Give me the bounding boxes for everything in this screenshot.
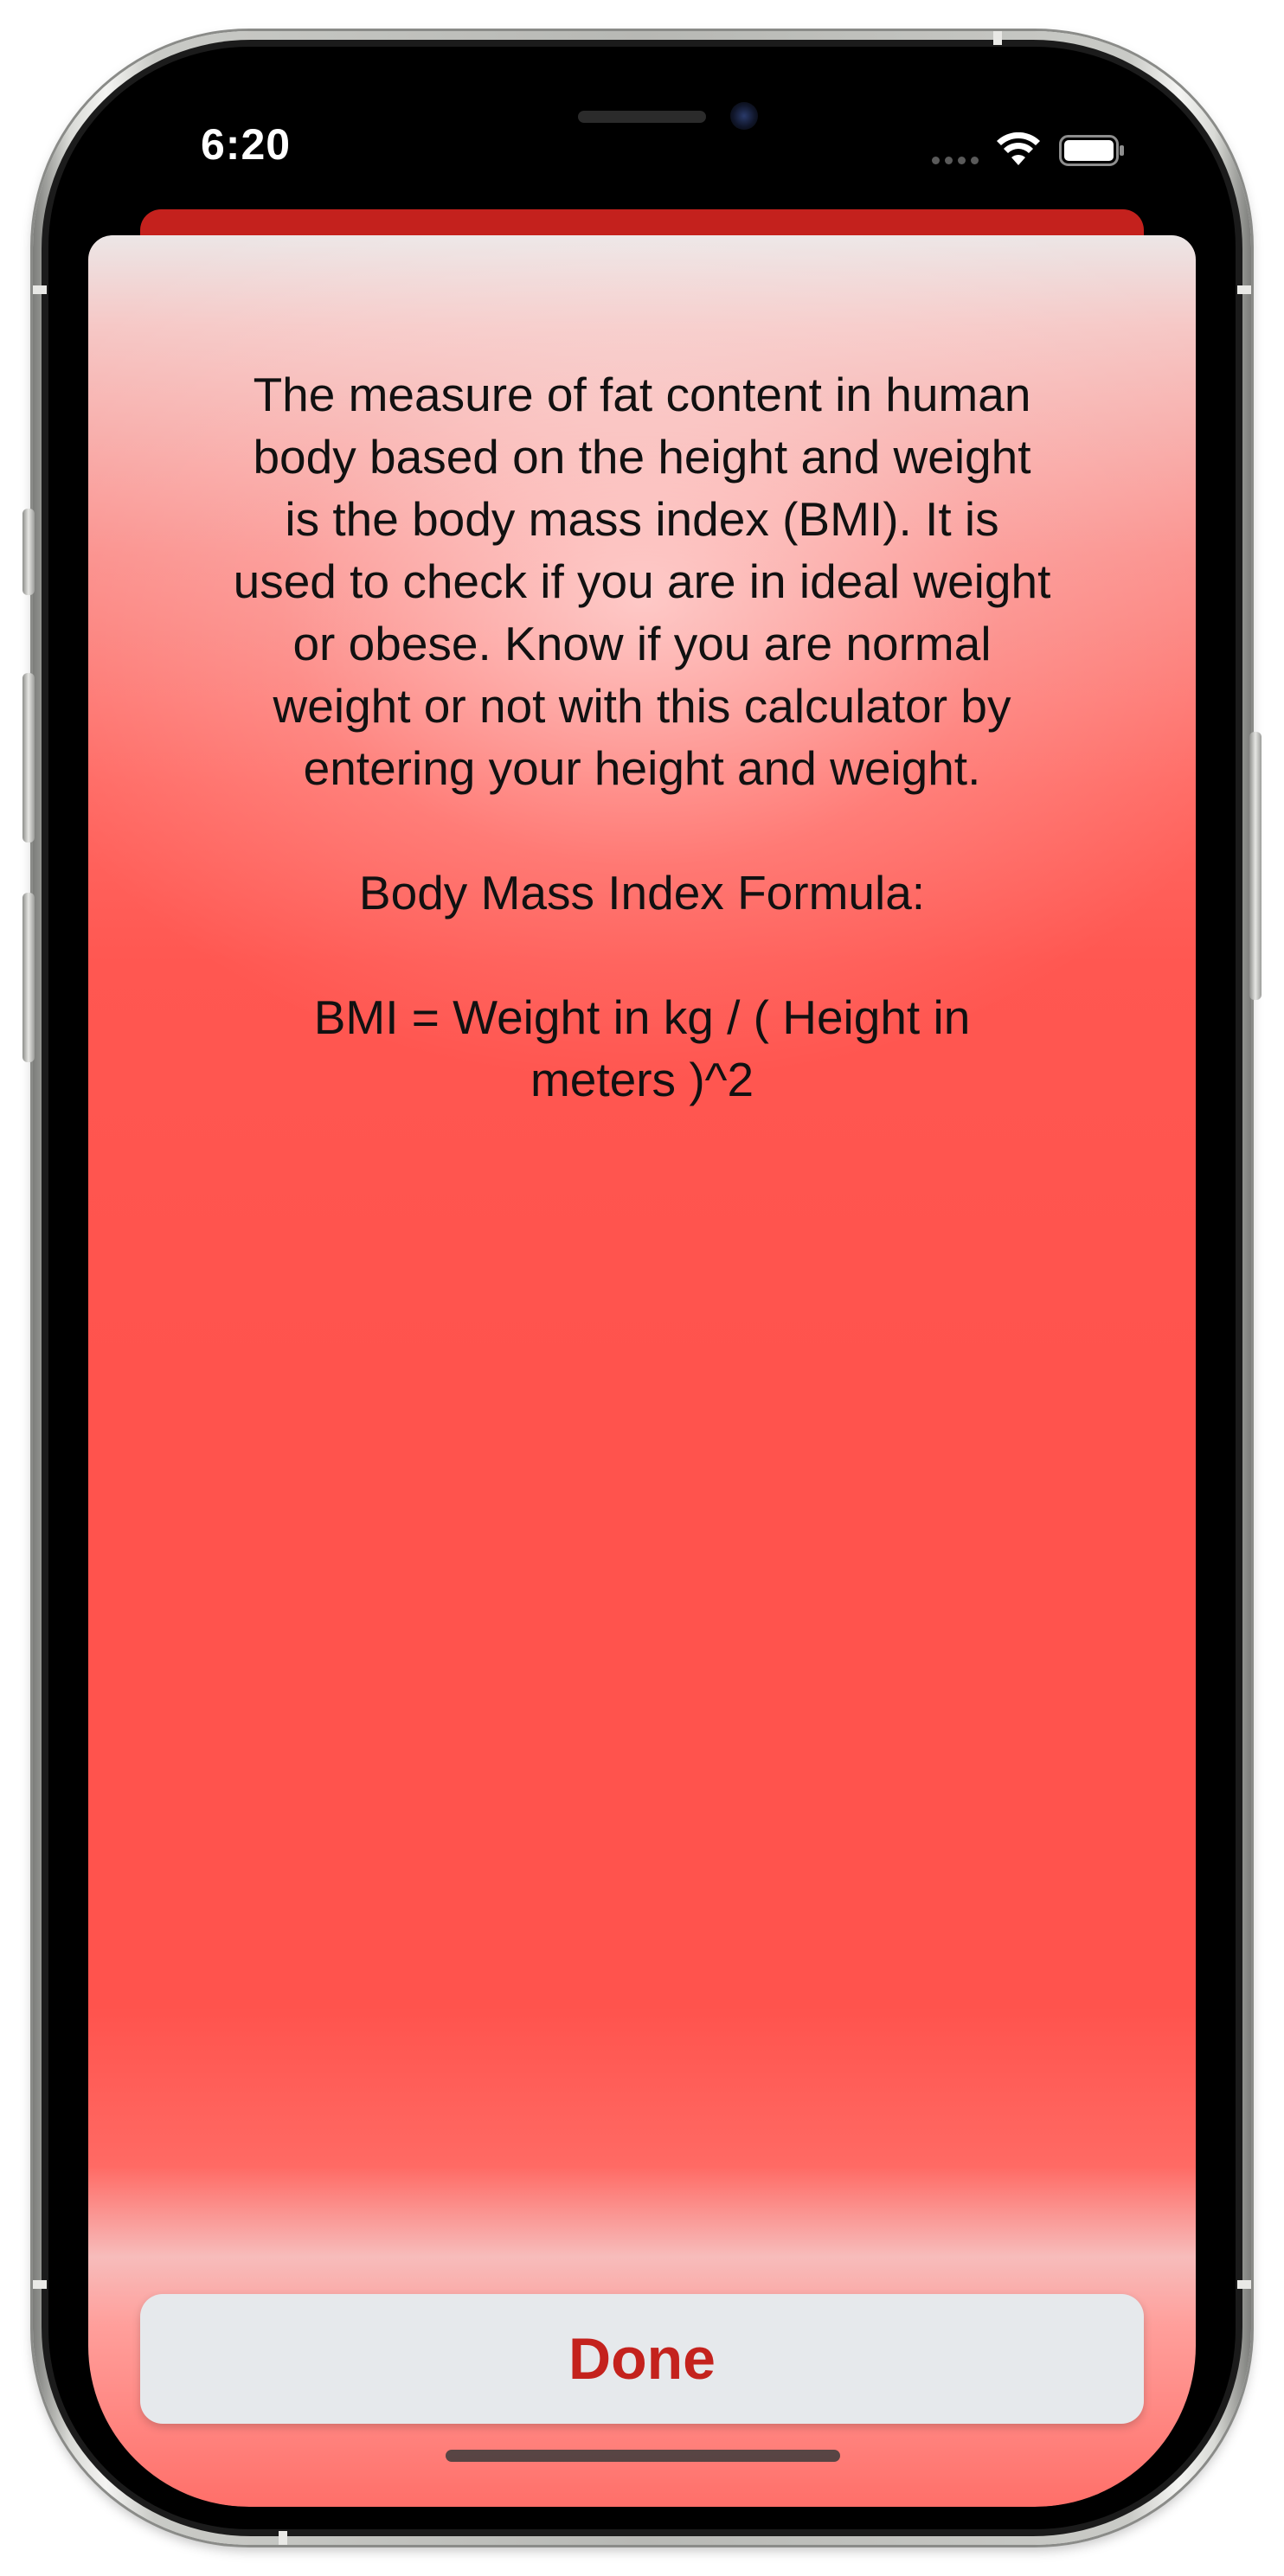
volume-down-button — [22, 893, 35, 1062]
description-line: entering your height and weight. — [303, 741, 981, 795]
antenna-band — [1237, 285, 1251, 294]
power-button — [1249, 732, 1262, 1000]
antenna-band — [279, 2531, 287, 2545]
screen: 6:20 The measure of fat content in human… — [71, 69, 1213, 2507]
bmi-description: The measure of fat content in human body… — [192, 363, 1092, 1111]
battery-icon — [1059, 135, 1124, 166]
volume-up-button — [22, 673, 35, 843]
description-line: used to check if you are in ideal weight — [233, 554, 1051, 608]
antenna-band — [1237, 2280, 1251, 2289]
description-line: weight or not with this calculator by — [273, 679, 1011, 733]
silent-switch — [22, 509, 35, 595]
earpiece-speaker — [578, 111, 706, 123]
antenna-band — [33, 2280, 47, 2289]
bmi-info-sheet: The measure of fat content in human body… — [88, 235, 1196, 2507]
wifi-icon — [997, 132, 1040, 165]
status-time: 6:20 — [201, 120, 292, 169]
description-line: is the body mass index (BMI). It is — [285, 492, 999, 546]
description-line: The measure of fat content in human — [253, 368, 1031, 421]
description-line: body based on the height and weight — [253, 430, 1031, 484]
home-indicator[interactable] — [446, 2450, 840, 2462]
description-line: or obese. Know if you are normal — [292, 617, 992, 670]
done-button[interactable]: Done — [140, 2294, 1144, 2424]
status-bar: 6:20 — [71, 69, 1213, 199]
formula-line: BMI = Weight in kg / ( Height in — [313, 990, 971, 1044]
formula-heading: Body Mass Index Formula: — [358, 866, 926, 920]
antenna-band — [33, 285, 47, 294]
front-camera — [730, 102, 758, 130]
antenna-band — [993, 31, 1002, 45]
formula-line: meters )^2 — [530, 1053, 754, 1106]
cellular-signal-icon — [932, 157, 979, 164]
